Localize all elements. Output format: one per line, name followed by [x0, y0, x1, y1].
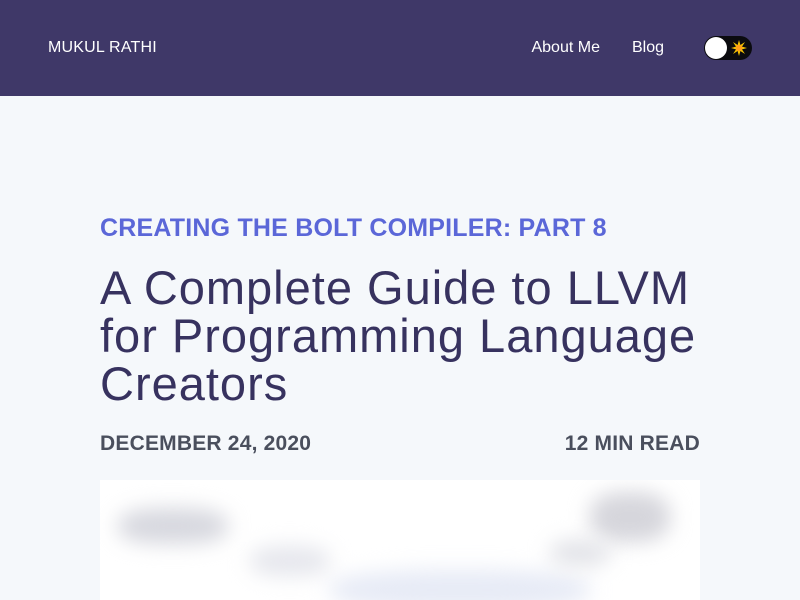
main-nav: About Me Blog: [499, 36, 752, 60]
post-header: CREATING THE BOLT COMPILER: PART 8 A Com…: [100, 210, 700, 456]
sun-icon: [731, 40, 747, 56]
nav-link-about-me[interactable]: About Me: [531, 39, 599, 57]
toggle-knob: [705, 37, 727, 59]
theme-toggle[interactable]: [704, 36, 752, 60]
page-title: A Complete Guide to LLVM for Programming…: [100, 261, 697, 410]
hero-image-blur: [590, 492, 670, 542]
hero-image: [100, 480, 700, 600]
nav-link-blog[interactable]: Blog: [632, 39, 664, 57]
hero-image-blur: [550, 540, 610, 566]
site-brand-link[interactable]: MUKUL RATHI: [48, 39, 157, 57]
series-title: CREATING THE BOLT COMPILER: PART 8: [100, 214, 607, 242]
post-date: DECEMBER 24, 2020: [100, 432, 312, 455]
hero-image-blur: [118, 508, 228, 544]
site-header: MUKUL RATHI About Me Blog: [0, 0, 800, 96]
post-meta: DECEMBER 24, 2020 12 MIN READ: [100, 432, 700, 456]
hero-image-blur: [250, 546, 330, 576]
read-time: 12 MIN READ: [564, 432, 700, 455]
hero-image-blur: [330, 570, 590, 600]
